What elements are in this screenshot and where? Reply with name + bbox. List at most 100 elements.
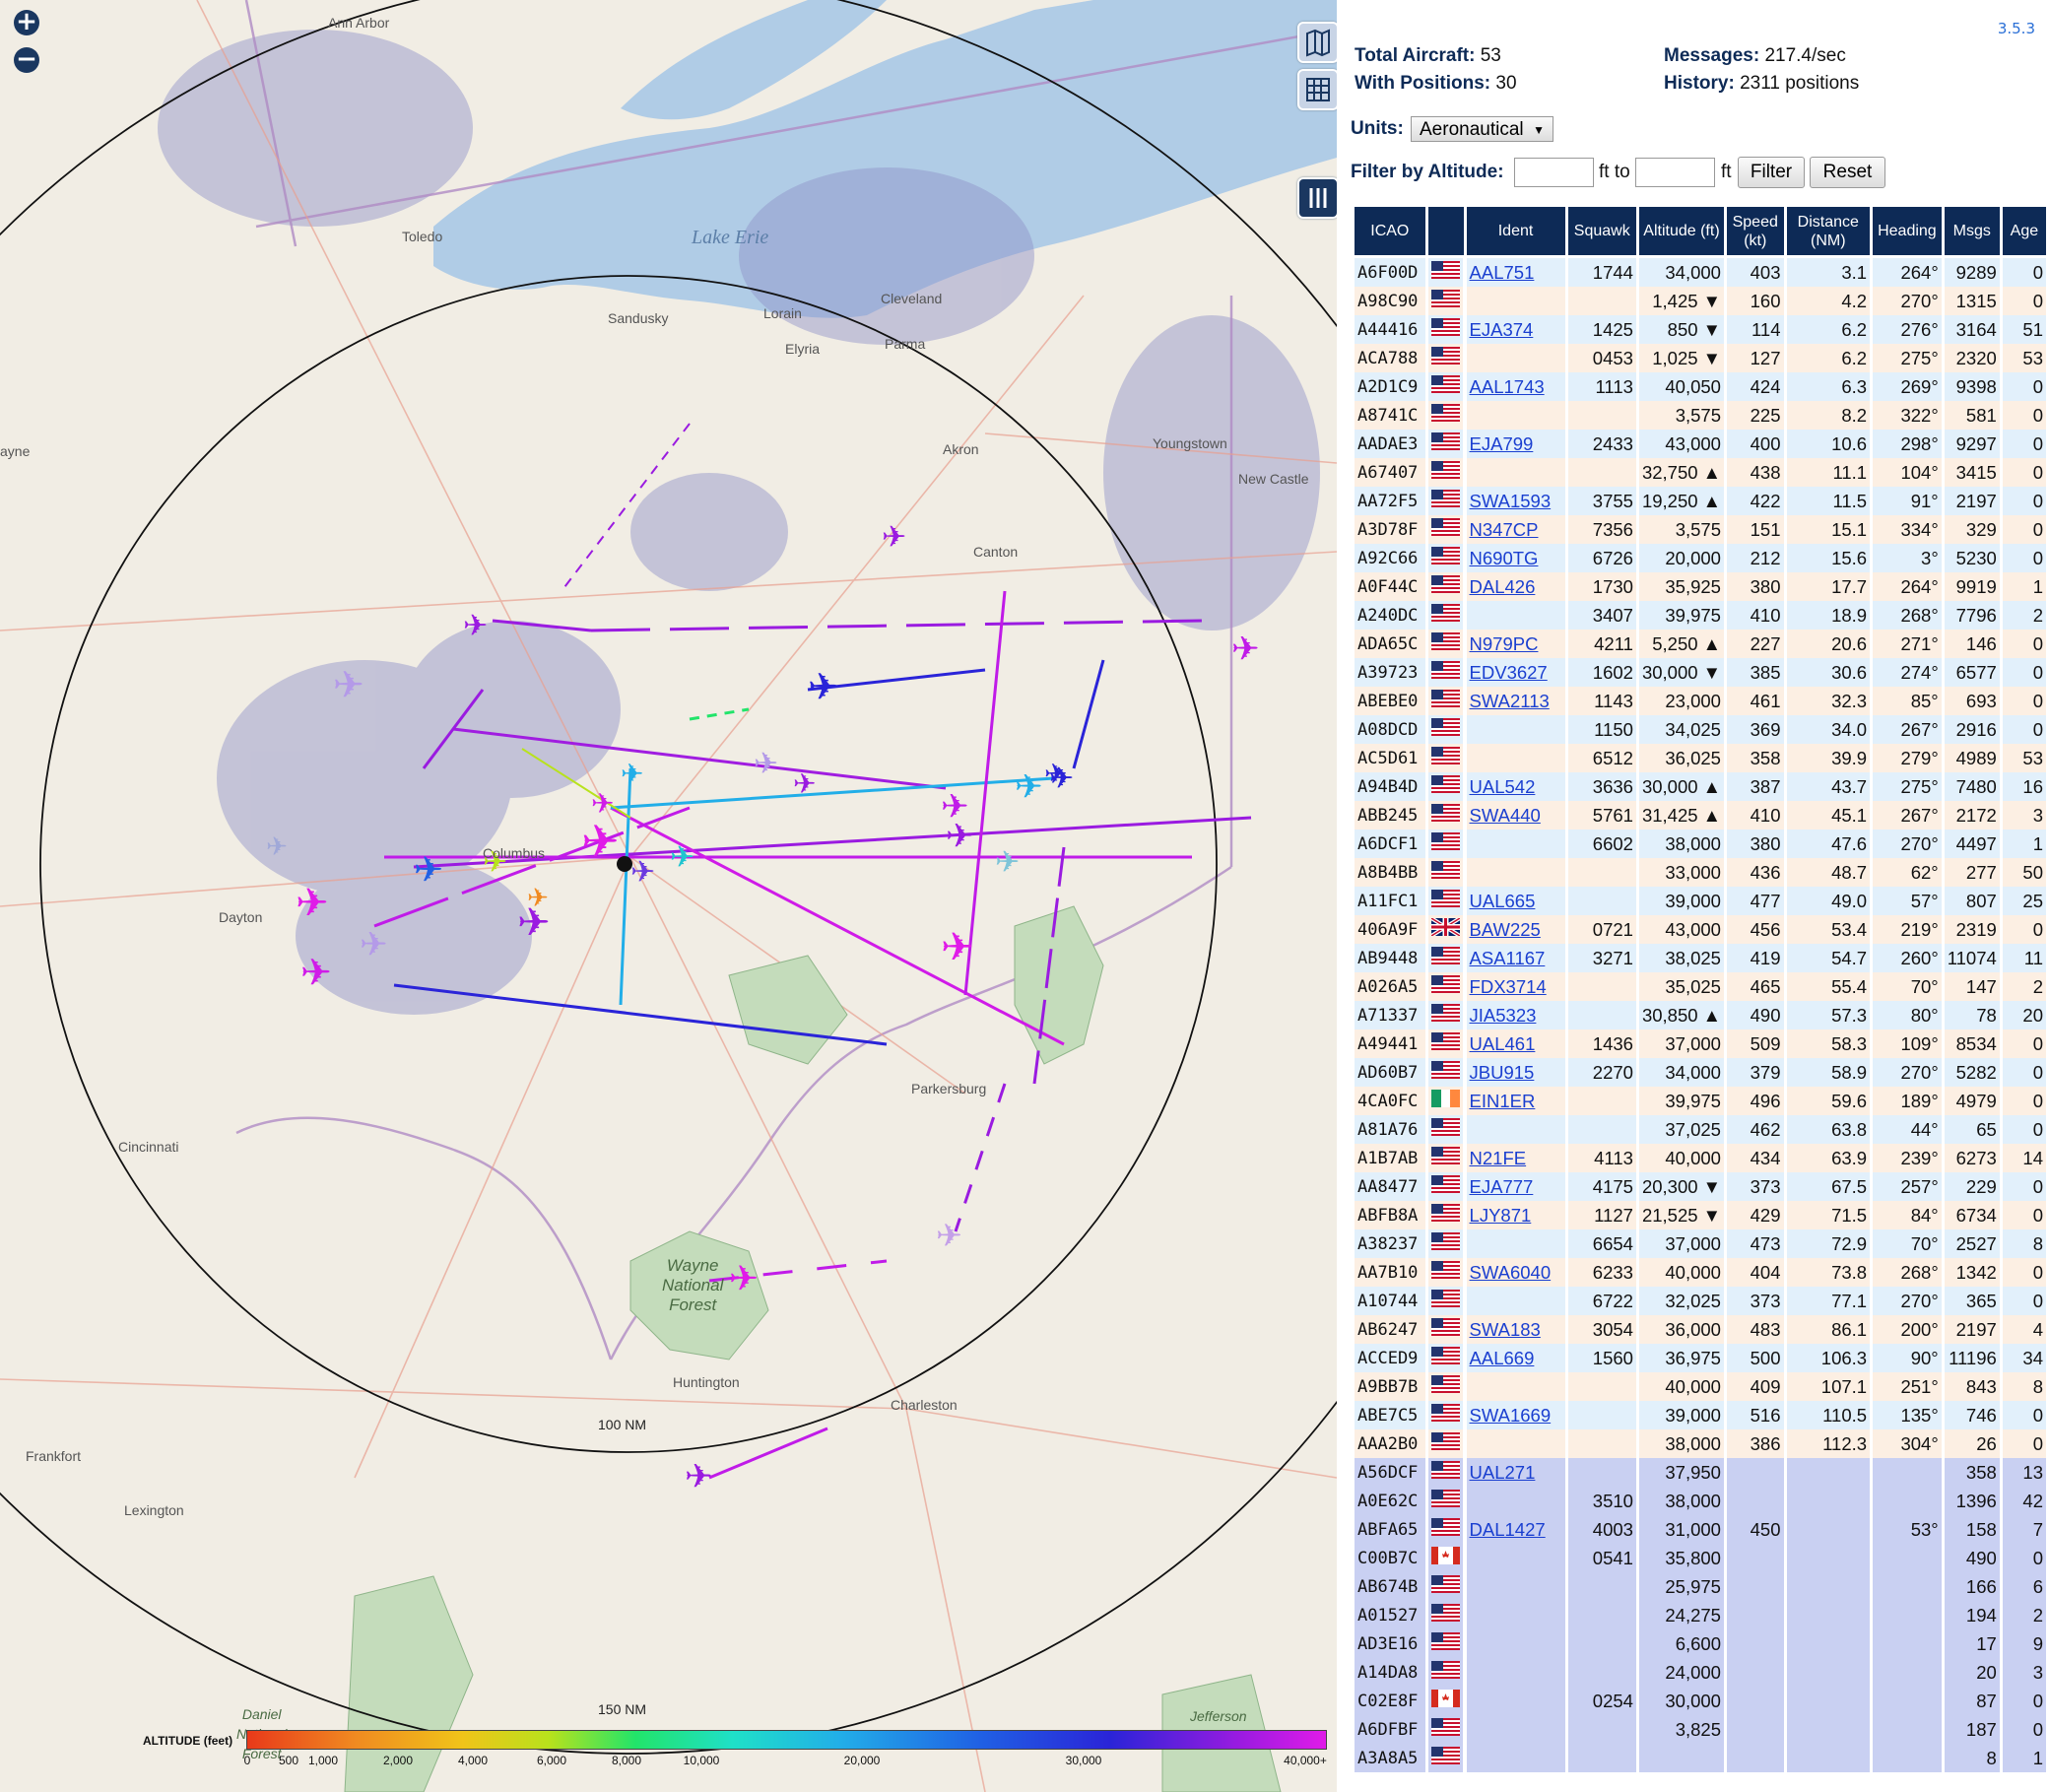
table-row[interactable]: A3A8A5 8 1	[1355, 1744, 2046, 1772]
map-view[interactable]: ✈ ✈ ✈ ✈ ✈ ✈ ✈ ✈ ✈ ✈ ✈ ✈ ✈ ✈ ✈ ✈ ✈ ✈ ✈ ✈ …	[0, 0, 1337, 1792]
table-row[interactable]: ABFB8A LJY871 1127 21,525 ▼ 429 71.5 84° 6734 0	[1355, 1201, 2046, 1229]
ident-link[interactable]: UAL461	[1470, 1033, 1536, 1054]
aircraft-marker[interactable]: ✈	[414, 850, 443, 891]
grid-button[interactable]	[1297, 69, 1337, 110]
ident-link[interactable]: AAL669	[1470, 1348, 1535, 1368]
ident-link[interactable]: UAL271	[1470, 1462, 1536, 1483]
ident-link[interactable]: SWA440	[1470, 805, 1541, 826]
aircraft-marker[interactable]: ✈	[995, 845, 1020, 880]
filter-button[interactable]: Filter	[1738, 157, 1805, 188]
ident-link[interactable]: AAL751	[1470, 262, 1535, 283]
aircraft-marker[interactable]: ✈	[793, 767, 816, 800]
column-header[interactable]: Heading	[1873, 207, 1942, 258]
table-row[interactable]: AC5D61 6512 36,025 358 39.9 279° 4989 53	[1355, 744, 2046, 772]
table-row[interactable]: AADAE3 EJA799 2433 43,000 400 10.6 298° 9297 0	[1355, 430, 2046, 458]
aircraft-marker[interactable]: ✈	[630, 855, 655, 890]
ident-link[interactable]: DAL1427	[1470, 1519, 1546, 1540]
table-row[interactable]: ABFA65 DAL1427 4003 31,000 450 53° 158 7	[1355, 1515, 2046, 1544]
table-row[interactable]: A56DCF UAL271 37,950 358 13	[1355, 1458, 2046, 1487]
ident-link[interactable]: DAL426	[1470, 576, 1536, 597]
ident-link[interactable]: N21FE	[1470, 1148, 1527, 1168]
aircraft-marker[interactable]: ✈	[621, 758, 643, 790]
table-row[interactable]: C00B7C 0541 35,800 490 0	[1355, 1544, 2046, 1572]
ident-link[interactable]: SWA1669	[1470, 1405, 1552, 1426]
aircraft-marker[interactable]: ✈	[296, 881, 329, 926]
table-row[interactable]: AA7B10 SWA6040 6233 40,000 404 73.8 268° 1342 0	[1355, 1258, 2046, 1287]
table-row[interactable]: A3D78F N347CP 7356 3,575 151 15.1 334° 329 0	[1355, 515, 2046, 544]
aircraft-marker[interactable]: ✈	[333, 663, 364, 706]
table-row[interactable]: A92C66 N690TG 6726 20,000 212 15.6 3° 5230 0	[1355, 544, 2046, 572]
table-row[interactable]: AD3E16 6,600 17 9	[1355, 1629, 2046, 1658]
table-row[interactable]: AA72F5 SWA1593 3755 19,250 ▲ 422 11.5 91° 2197 0	[1355, 487, 2046, 515]
column-header[interactable]: Distance (NM)	[1786, 207, 1871, 258]
table-row[interactable]: A44416 EJA374 1425 850 ▼ 114 6.2 276° 3164 51	[1355, 315, 2046, 344]
table-row[interactable]: A240DC 3407 39,975 410 18.9 268° 7796 2	[1355, 601, 2046, 630]
aircraft-marker[interactable]: ✈	[670, 840, 694, 875]
table-row[interactable]: A14DA8 24,000 20 3	[1355, 1658, 2046, 1687]
table-row[interactable]: A026A5 FDX3714 35,025 465 55.4 70° 147 2	[1355, 972, 2046, 1001]
column-header[interactable]: Altitude (ft)	[1638, 207, 1724, 258]
zoom-in-button[interactable]: +	[14, 9, 39, 35]
column-header[interactable]: Speed (kt)	[1726, 207, 1784, 258]
table-row[interactable]: 4CA0FC EIN1ER 39,975 496 59.6 189° 4979 0	[1355, 1087, 2046, 1115]
table-row[interactable]: AAA2B0 38,000 386 112.3 304° 26 0	[1355, 1429, 2046, 1458]
ident-link[interactable]: BAW225	[1470, 919, 1541, 940]
table-row[interactable]: A8B4BB 33,000 436 48.7 62° 277 50	[1355, 858, 2046, 887]
table-row[interactable]: A1B7AB N21FE 4113 40,000 434 63.9 239° 6273 14	[1355, 1144, 2046, 1172]
table-row[interactable]: A2D1C9 AAL1743 1113 40,050 424 6.3 269° 9398 0	[1355, 372, 2046, 401]
table-row[interactable]: A0E62C 3510 38,000 1396 42	[1355, 1487, 2046, 1515]
ident-link[interactable]: SWA2113	[1470, 691, 1550, 711]
table-row[interactable]: A39723 EDV3627 1602 30,000 ▼ 385 30.6 274° 6577…	[1355, 658, 2046, 687]
table-row[interactable]: A6F00D AAL751 1744 34,000 403 3.1 264° 9289 0	[1355, 258, 2046, 287]
table-row[interactable]: C02E8F 0254 30,000 87 0	[1355, 1687, 2046, 1715]
table-row[interactable]: A6DCF1 6602 38,000 380 47.6 270° 4497 1	[1355, 830, 2046, 858]
map-layers-button[interactable]	[1297, 22, 1337, 63]
table-row[interactable]: ABEBE0 SWA2113 1143 23,000 461 32.3 85° 693 0	[1355, 687, 2046, 715]
aircraft-marker[interactable]: ✈	[808, 665, 839, 708]
table-row[interactable]: AD60B7 JBU915 2270 34,000 379 58.9 270° 5282 0	[1355, 1058, 2046, 1087]
table-row[interactable]: A6DFBF 3,825 187 0	[1355, 1715, 2046, 1744]
ident-link[interactable]: LJY871	[1470, 1205, 1532, 1226]
ident-link[interactable]: JBU915	[1470, 1062, 1535, 1083]
zoom-out-button[interactable]: −	[14, 46, 39, 73]
table-row[interactable]: A71337 JIA5323 30,850 ▲ 490 57.3 80° 78 20	[1355, 1001, 2046, 1029]
table-row[interactable]: ADA65C N979PC 4211 5,250 ▲ 227 20.6 271° 146 0	[1355, 630, 2046, 658]
table-row[interactable]: A98C90 1,425 ▼ 160 4.2 270° 1315 0	[1355, 287, 2046, 315]
table-row[interactable]: A81A76 37,025 462 63.8 44° 65 0	[1355, 1115, 2046, 1144]
ident-link[interactable]: JIA5323	[1470, 1005, 1537, 1026]
aircraft-marker[interactable]: ✈	[729, 1259, 759, 1299]
altitude-max-input[interactable]	[1635, 158, 1715, 187]
table-row[interactable]: 406A9F BAW225 0721 43,000 456 53.4 219° 2319 0	[1355, 915, 2046, 944]
column-header[interactable]: Squawk	[1567, 207, 1636, 258]
aircraft-marker[interactable]: ✈	[581, 815, 620, 868]
ident-link[interactable]: SWA6040	[1470, 1262, 1552, 1283]
table-row[interactable]: AB9448 ASA1167 3271 38,025 419 54.7 260° 11074 1…	[1355, 944, 2046, 972]
aircraft-marker[interactable]: ✈	[266, 832, 288, 862]
table-row[interactable]: A94B4D UAL542 3636 30,000 ▲ 387 43.7 275° 7480 1…	[1355, 772, 2046, 801]
ident-link[interactable]: EJA777	[1470, 1176, 1534, 1197]
column-header[interactable]: Ident	[1466, 207, 1565, 258]
table-row[interactable]: A10744 6722 32,025 373 77.1 270° 365 0	[1355, 1287, 2046, 1315]
ident-link[interactable]: N690TG	[1470, 548, 1539, 568]
ident-link[interactable]: AAL1743	[1470, 376, 1545, 397]
column-header[interactable]	[1427, 207, 1464, 258]
aircraft-marker[interactable]: ✈	[1044, 758, 1067, 790]
table-row[interactable]: A0F44C DAL426 1730 35,925 380 17.7 264° 9919 1	[1355, 572, 2046, 601]
toggle-sidebar-button[interactable]	[1297, 177, 1337, 219]
table-row[interactable]: A08DCD 1150 34,025 369 34.0 267° 2916 0	[1355, 715, 2046, 744]
column-header[interactable]: Age	[2002, 207, 2046, 258]
units-select[interactable]: Aeronautical ▼	[1411, 116, 1553, 142]
column-header[interactable]: ICAO	[1355, 207, 1425, 258]
table-row[interactable]: A8741C 3,575 225 8.2 322° 581 0	[1355, 401, 2046, 430]
table-row[interactable]: ABB245 SWA440 5761 31,425 ▲ 410 45.1 267° 2172 3	[1355, 801, 2046, 830]
aircraft-marker[interactable]: ✈	[946, 817, 974, 856]
ident-link[interactable]: EDV3627	[1470, 662, 1548, 683]
table-row[interactable]: AB6247 SWA183 3054 36,000 483 86.1 200° 2197 4	[1355, 1315, 2046, 1344]
aircraft-marker[interactable]: ✈	[527, 884, 549, 913]
aircraft-marker[interactable]: ✈	[463, 609, 488, 643]
aircraft-marker[interactable]: ✈	[685, 1457, 713, 1496]
table-row[interactable]: ACA788 0453 1,025 ▼ 127 6.2 275° 2320 53	[1355, 344, 2046, 372]
ident-link[interactable]: ASA1167	[1470, 948, 1546, 968]
ident-link[interactable]: SWA1593	[1470, 491, 1552, 511]
ident-link[interactable]: N347CP	[1470, 519, 1539, 540]
